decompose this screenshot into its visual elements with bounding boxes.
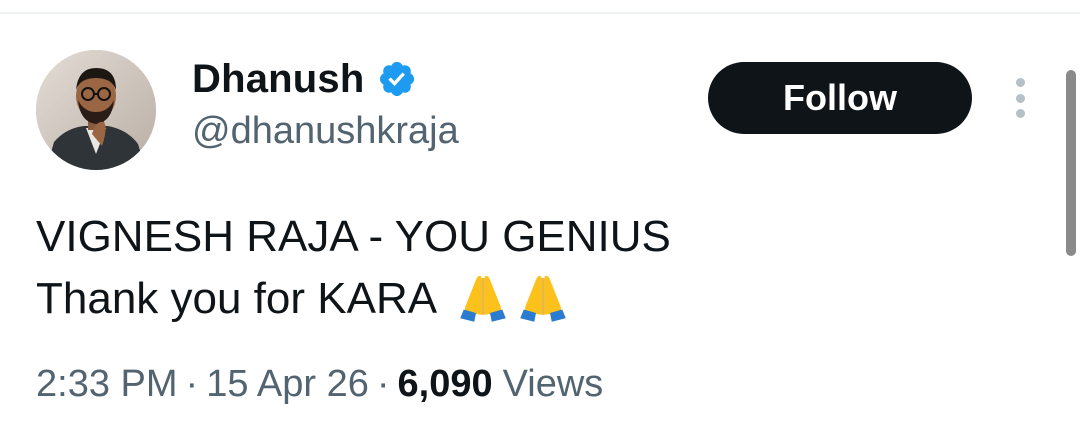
scrollbar[interactable]	[1066, 70, 1076, 256]
more-vertical-icon-dot	[1015, 78, 1025, 87]
tweet-time[interactable]: 2:33 PM	[36, 363, 178, 406]
avatar-image	[36, 50, 156, 170]
views-label[interactable]: Views	[503, 363, 604, 406]
tweet-text: VIGNESH RAJA - YOU GENIUS Thank you for …	[36, 206, 671, 330]
folded-hands-icon	[520, 275, 566, 322]
verified-badge-icon[interactable]	[377, 59, 417, 99]
views-count[interactable]: 6,090	[398, 363, 493, 406]
top-divider	[0, 12, 1080, 14]
author-handle[interactable]: @dhanushkraja	[192, 110, 459, 153]
tweet-detail-screen: Dhanush @dhanushkraja Follow VIGNESH RAJ…	[0, 0, 1080, 438]
more-vertical-icon-dot	[1015, 93, 1025, 103]
meta-separator: ·	[376, 362, 390, 405]
tweet-meta: 2:33 PM · 15 Apr 26 · 6,090 Views	[36, 358, 603, 410]
tweet-date[interactable]: 15 Apr 26	[206, 363, 369, 406]
author-name-row: Dhanush	[192, 52, 417, 106]
more-options-button[interactable]	[1008, 78, 1032, 118]
follow-button[interactable]: Follow	[708, 62, 972, 134]
avatar[interactable]	[36, 50, 156, 170]
author-name[interactable]: Dhanush	[192, 57, 365, 102]
more-vertical-icon-dot	[1015, 109, 1025, 118]
tweet-line-2: Thank you for KARA	[36, 268, 671, 330]
meta-separator: ·	[185, 362, 199, 405]
tweet-line-1: VIGNESH RAJA - YOU GENIUS	[36, 212, 671, 261]
folded-hands-icon	[460, 275, 506, 322]
tweet-line-2-text: Thank you for KARA	[36, 274, 438, 323]
